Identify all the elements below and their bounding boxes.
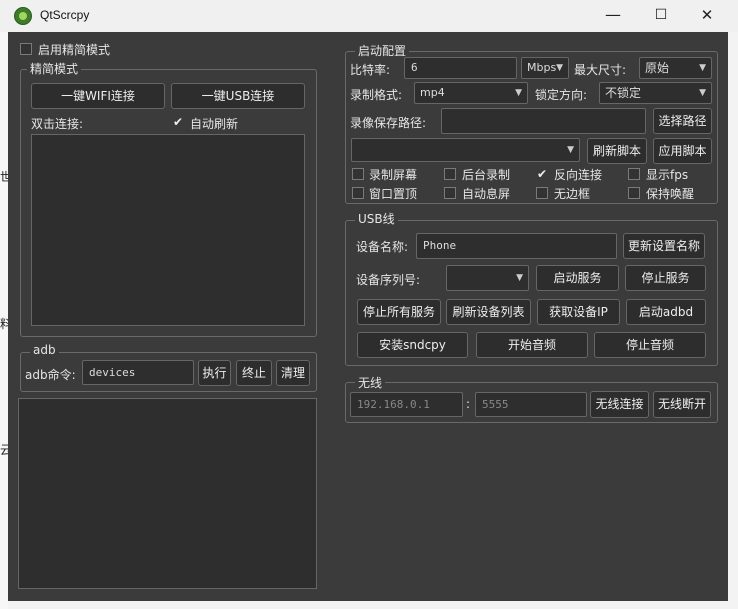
- update-name-button[interactable]: 更新设置名称: [623, 233, 705, 259]
- lock-orientation-label: 锁定方向:: [535, 88, 588, 102]
- wireless-connect-button[interactable]: 无线连接: [590, 391, 649, 418]
- usb-connect-button[interactable]: 一键USB连接: [171, 83, 305, 109]
- stop-service-button[interactable]: 停止服务: [625, 265, 706, 291]
- minimize-icon[interactable]: —: [590, 0, 636, 32]
- app-icon: [14, 7, 32, 25]
- show-fps-checkbox[interactable]: [628, 168, 640, 180]
- record-screen-checkbox[interactable]: [352, 168, 364, 180]
- apply-script-button[interactable]: 应用脚本: [653, 138, 712, 164]
- device-name-label: 设备名称:: [356, 240, 409, 254]
- wireless-title: 无线: [355, 374, 386, 391]
- max-size-value: 原始: [645, 61, 670, 75]
- check-icon[interactable]: ✔: [172, 116, 184, 128]
- background-record-checkbox[interactable]: [444, 168, 456, 180]
- auto-refresh-label: 自动刷新: [190, 117, 239, 131]
- double-click-label: 双击连接:: [31, 117, 84, 131]
- stay-awake-checkbox[interactable]: [628, 187, 640, 199]
- frameless-checkbox[interactable]: [536, 187, 548, 199]
- start-config-title: 启动配置: [355, 42, 410, 59]
- wifi-connect-button[interactable]: 一键WIFI连接: [31, 83, 165, 109]
- lock-orientation-value: 不锁定: [605, 86, 642, 100]
- ip-port-separator: :: [466, 397, 471, 411]
- record-format-label: 录制格式:: [350, 88, 403, 102]
- bitrate-input[interactable]: 6: [404, 57, 517, 79]
- start-service-button[interactable]: 启动服务: [536, 265, 619, 291]
- stop-all-services-button[interactable]: 停止所有服务: [357, 299, 441, 325]
- wireless-ip-input[interactable]: 192.168.0.1: [350, 392, 463, 417]
- chevron-down-icon: ▼: [699, 88, 706, 98]
- adb-title: adb: [30, 343, 59, 357]
- usb-title: USB线: [355, 210, 398, 227]
- window-title: QtScrcpy: [40, 8, 90, 22]
- device-name-input[interactable]: Phone: [416, 233, 617, 259]
- auto-screen-off-checkbox[interactable]: [444, 187, 456, 199]
- check-icon[interactable]: ✔: [536, 168, 548, 180]
- adb-execute-button[interactable]: 执行: [198, 360, 231, 386]
- wireless-port-input[interactable]: 5555: [475, 392, 587, 417]
- chevron-down-icon: ▼: [556, 63, 563, 73]
- adb-command-input[interactable]: devices: [82, 360, 194, 385]
- adb-output-console[interactable]: [18, 398, 317, 589]
- chevron-down-icon: ▼: [516, 273, 523, 283]
- stop-audio-button[interactable]: 停止音频: [594, 332, 706, 358]
- start-audio-button[interactable]: 开始音频: [476, 332, 588, 358]
- simple-mode-label: 启用精简模式: [38, 43, 111, 57]
- auto-screen-off-label: 自动息屏: [462, 187, 511, 201]
- get-device-ip-button[interactable]: 获取设备IP: [537, 299, 620, 325]
- bitrate-label: 比特率:: [350, 63, 391, 77]
- chevron-down-icon: ▼: [699, 63, 706, 73]
- adb-clear-button[interactable]: 清理: [276, 360, 310, 386]
- refresh-script-button[interactable]: 刷新脚本: [587, 138, 647, 164]
- adb-command-label: adb命令:: [25, 368, 76, 382]
- stay-awake-label: 保持唤醒: [646, 187, 695, 201]
- show-fps-label: 显示fps: [646, 168, 689, 182]
- simple-mode-title: 精简模式: [27, 60, 82, 77]
- install-sndcpy-button[interactable]: 安装sndcpy: [357, 332, 468, 358]
- serial-select[interactable]: ▼: [446, 265, 529, 291]
- bitrate-unit-select[interactable]: Mbps ▼: [521, 57, 569, 79]
- title-bar[interactable]: QtScrcpy — ☐ ✕: [0, 0, 738, 32]
- wireless-disconnect-button[interactable]: 无线断开: [653, 391, 711, 418]
- window-on-top-checkbox[interactable]: [352, 187, 364, 199]
- record-path-label: 录像保存路径:: [350, 116, 427, 130]
- window-on-top-label: 窗口置顶: [369, 187, 418, 201]
- lock-orientation-select[interactable]: 不锁定 ▼: [599, 82, 712, 104]
- chevron-down-icon: ▼: [567, 145, 574, 155]
- chevron-down-icon: ▼: [515, 88, 522, 98]
- background-window-edge: 世 料 云: [0, 32, 12, 609]
- record-path-input[interactable]: [441, 108, 646, 134]
- serial-label: 设备序列号:: [356, 273, 421, 287]
- reverse-connect-label: 反向连接: [554, 168, 603, 182]
- maximize-icon[interactable]: ☐: [638, 0, 684, 32]
- background-record-label: 后台录制: [462, 168, 511, 182]
- simple-mode-checkbox[interactable]: [20, 43, 32, 55]
- start-adbd-button[interactable]: 启动adbd: [626, 299, 706, 325]
- record-format-select[interactable]: mp4 ▼: [414, 82, 528, 104]
- script-select[interactable]: ▼: [351, 138, 580, 162]
- max-size-select[interactable]: 原始 ▼: [639, 57, 712, 79]
- adb-stop-button[interactable]: 终止: [236, 360, 272, 386]
- select-path-button[interactable]: 选择路径: [653, 108, 712, 134]
- close-icon[interactable]: ✕: [684, 0, 730, 32]
- max-size-label: 最大尺寸:: [574, 63, 627, 77]
- record-screen-label: 录制屏幕: [369, 168, 418, 182]
- record-format-value: mp4: [420, 86, 445, 99]
- refresh-devices-button[interactable]: 刷新设备列表: [446, 299, 531, 325]
- frameless-label: 无边框: [554, 187, 591, 201]
- device-list[interactable]: [31, 134, 305, 326]
- bitrate-unit-value: Mbps: [527, 61, 557, 74]
